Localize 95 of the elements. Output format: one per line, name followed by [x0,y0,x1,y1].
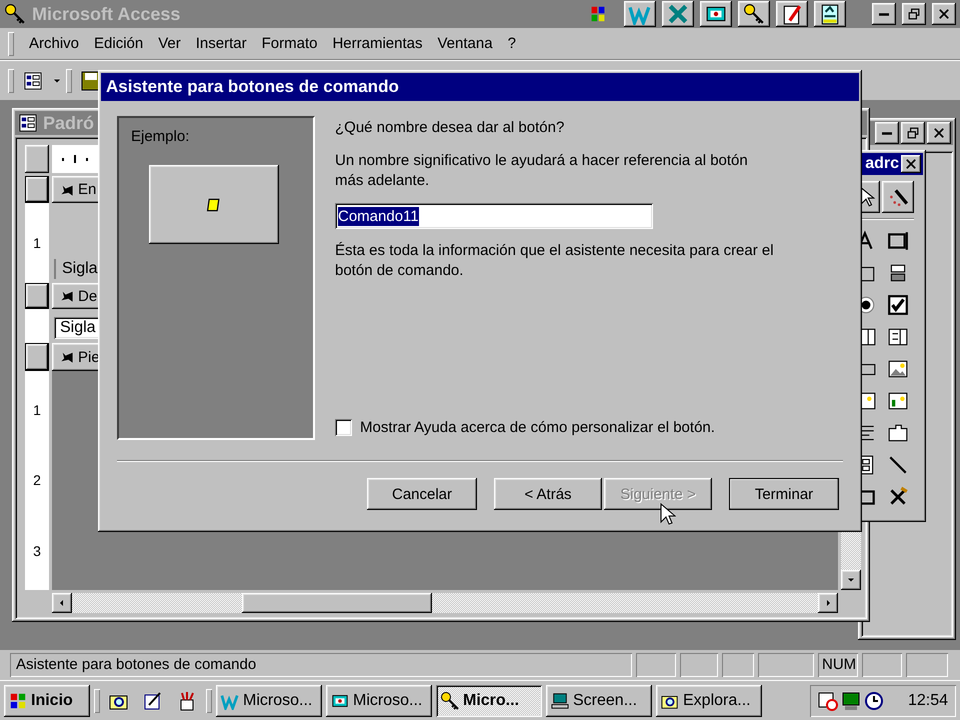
example-label: Ejemplo: [131,128,190,145]
scroll-left-button[interactable] [52,593,72,613]
status-panel [758,653,814,677]
form-window-title: Padró [43,112,94,134]
section-title: En [78,181,96,198]
menu-item[interactable]: Insertar [196,35,247,52]
window-title: Microsoft Access [32,4,180,24]
checkbox-label[interactable]: Mostrar Ayuda acerca de cómo personalizar el botón. [360,419,715,436]
shortcut-bar-button[interactable] [700,1,732,27]
minimize-button[interactable] [875,122,899,144]
section-selector[interactable] [25,343,49,371]
shortcut-bar-button[interactable] [776,1,808,27]
status-panel [906,653,948,677]
key-icon [4,3,26,25]
menu-item[interactable]: Edición [94,35,144,52]
menu-item[interactable]: Herramientas [332,35,422,52]
shortcut-bar-button[interactable] [814,1,846,27]
taskbar-button[interactable]: Microso... [326,684,432,716]
shortcut-bar-button[interactable] [662,1,694,27]
status-panel [636,653,676,677]
section-title: Pie [78,348,100,366]
close-icon [938,8,950,20]
taskbar-button[interactable]: Microso... [216,684,322,716]
scroll-thumb[interactable] [242,593,432,613]
status-panel [862,653,902,677]
start-button[interactable]: Inicio [4,684,90,716]
mouse-cursor-icon [660,503,676,527]
status-panel [680,653,718,677]
dialog-button[interactable]: < Atrás [494,478,602,510]
dialog-button[interactable]: Cancelar [367,478,477,510]
close-icon [905,158,917,170]
close-button[interactable] [932,3,956,25]
vertical-ruler [25,309,49,343]
taskbar-button[interactable]: Micro... [436,684,542,716]
taskbar-button[interactable]: Explora... [656,684,762,716]
key-icon [743,3,765,25]
excel-icon [666,3,690,25]
minimize-icon [882,132,892,134]
select-form-button[interactable] [25,145,49,173]
shortcut-bar-button[interactable] [624,1,656,27]
minimize-icon [879,12,889,16]
dialog-title: Asistente para botones de comando [106,77,399,97]
color-grid-icon [590,5,606,23]
clock-icon [864,690,884,710]
horizontal-scrollbar[interactable] [52,593,838,613]
computer-icon [550,692,570,710]
menu-item[interactable]: ? [508,35,516,52]
ruler-number: 1 [33,235,41,251]
form-icon [24,72,42,90]
form-icon [19,114,37,132]
monitor-icon [841,690,861,710]
section-arrow-icon [60,289,74,303]
section-selector[interactable] [25,283,49,309]
tool-button[interactable] [882,181,914,213]
section-title: De [78,288,98,304]
question-text: ¿Qué nombre desea dar al botón? [335,118,566,138]
key-icon [440,690,460,710]
status-text: Asistente para botones de comando [10,653,632,677]
clock: 12:54 [908,692,948,710]
close-icon [933,127,945,139]
section-selector[interactable] [25,176,49,203]
close-button[interactable] [927,122,951,144]
scroll-right-button[interactable] [818,593,838,613]
scroll-down-button[interactable] [841,570,861,590]
restore-button[interactable] [901,122,925,144]
notepad-pen-icon [781,3,803,25]
ruler-number: 2 [33,472,41,488]
minimize-button[interactable] [872,3,896,25]
name-input-field[interactable]: Comando11 [335,203,653,229]
restore-button[interactable] [902,3,926,25]
windows-logo-icon [8,692,28,710]
info-text: Ésta es toda la información que el asistente necesita para crear el botón de comando. [335,241,775,281]
ruler-number: 3 [33,542,41,559]
restore-icon [907,127,919,139]
close-button[interactable] [901,155,921,173]
menu-item[interactable]: Formato [262,35,318,52]
status-indicator: NUM [818,653,858,677]
line-tool-icon [887,454,909,476]
menu-item[interactable]: Archivo [29,35,80,52]
toolbox-title: adrc [865,155,899,173]
menu-item[interactable]: Ventana [438,35,493,52]
taskbar-button[interactable]: Screen... [546,684,652,716]
textbox-tool-icon [887,230,909,252]
restore-icon [908,8,920,20]
help-checkbox[interactable] [335,419,352,436]
status-panel [722,653,754,677]
shortcut-bar-button[interactable] [738,1,770,27]
scheduler-icon [818,690,838,710]
section-arrow-icon [60,350,74,364]
ruler-number: 1 [33,402,41,418]
menu-item[interactable]: Ver [158,35,181,52]
dialog-button[interactable]: Terminar [729,478,839,510]
checkbox-tool-icon [887,294,909,316]
description-text: Un nombre significativo le ayudará a hacer referencia al botón más adelante. [335,151,749,191]
document-icon [819,3,841,25]
